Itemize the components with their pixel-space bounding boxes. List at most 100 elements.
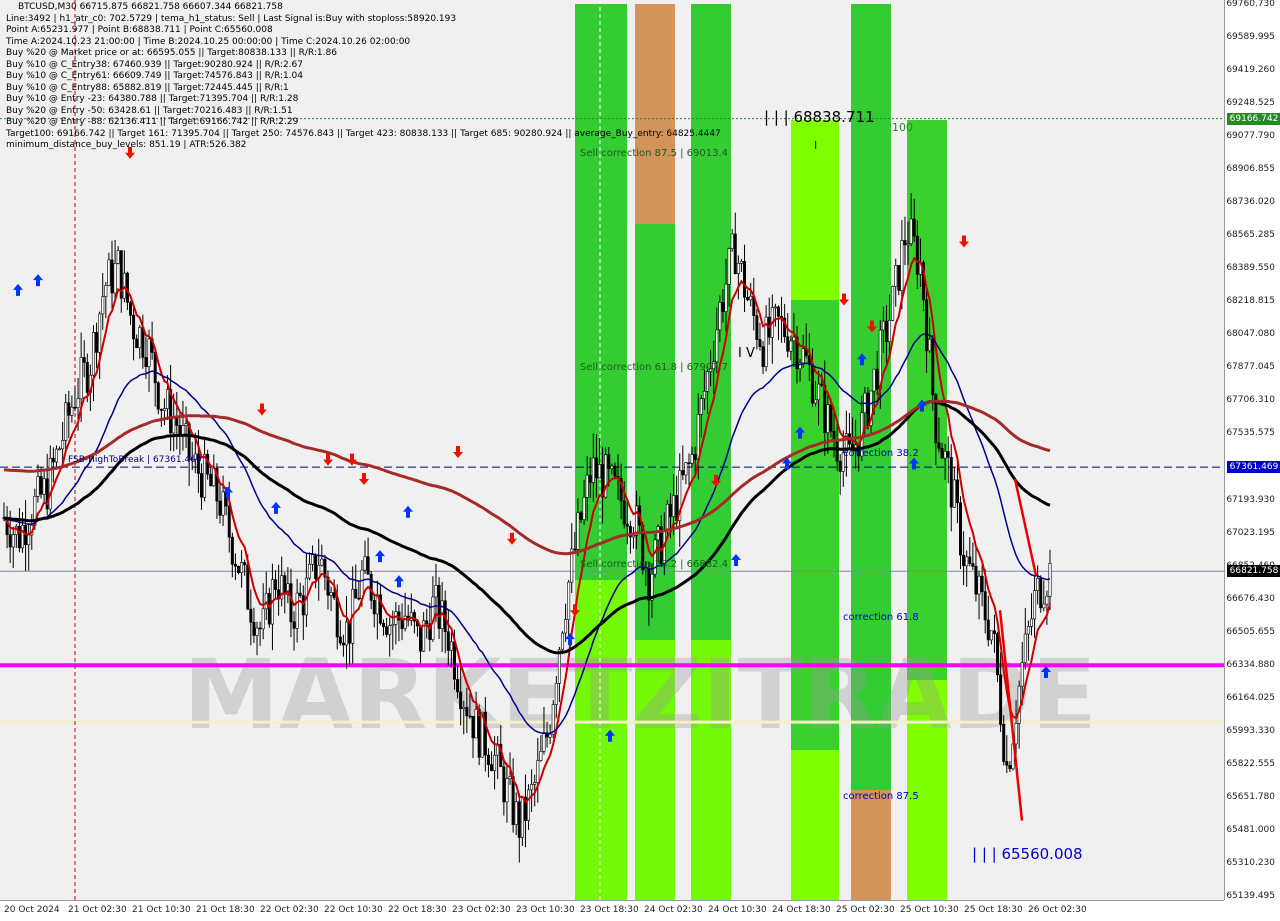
candle-body	[699, 398, 703, 415]
sell-arrow-icon	[453, 445, 463, 458]
candle-body	[613, 465, 617, 477]
candle-body	[588, 474, 592, 483]
candle-body	[631, 534, 635, 538]
candle-body	[718, 302, 722, 331]
time-tick-label: 22 Oct 02:30	[260, 905, 319, 915]
candle-body	[73, 406, 77, 409]
candle-body	[348, 621, 352, 644]
candle-body	[755, 315, 759, 340]
time-tick-label: 25 Oct 02:30	[836, 905, 895, 915]
candle-body	[696, 414, 700, 460]
candle-body	[27, 534, 31, 546]
candle-body	[989, 630, 993, 641]
time-tick-label: 23 Oct 02:30	[452, 905, 511, 915]
candle-body	[264, 593, 268, 610]
candle-body	[1045, 595, 1049, 605]
time-tick-label: 21 Oct 02:30	[68, 905, 127, 915]
price-tick-label: 67193.930	[1226, 494, 1275, 505]
price-tick-label: 66505.655	[1226, 626, 1275, 637]
wave-iv-label: I V	[738, 346, 755, 361]
candle-body	[668, 503, 672, 517]
time-tick-label: 25 Oct 10:30	[900, 905, 959, 915]
time-axis[interactable]: 20 Oct 2024 21 Oct 02:30 21 Oct 10:30 21 Oc…	[0, 900, 1224, 921]
candle-body	[1039, 577, 1043, 609]
candle-body	[687, 462, 691, 465]
candle-body	[702, 391, 706, 399]
info-line: Point A:65231.977 | Point B:68838.711 | …	[6, 25, 273, 35]
time-tick-label: 21 Oct 10:30	[132, 905, 191, 915]
correction-618: correction 61.8	[843, 612, 919, 623]
candle-body	[58, 448, 62, 451]
candle-body	[70, 406, 74, 416]
candle-body	[548, 733, 552, 738]
price-tick-label: 65993.330	[1226, 725, 1275, 736]
candle-body	[888, 320, 892, 342]
candle-body	[554, 683, 558, 705]
buy-arrow-icon	[731, 554, 741, 567]
candle-body	[949, 456, 953, 508]
candle-body	[258, 627, 262, 630]
candle-body	[166, 389, 170, 409]
buy-arrow-icon	[375, 550, 385, 563]
candle-body	[959, 502, 963, 556]
sell-arrow-icon	[257, 403, 267, 416]
candle-body	[542, 733, 546, 752]
candle-body	[490, 764, 494, 771]
candle-body	[505, 778, 509, 803]
candle-body	[955, 479, 959, 504]
indicator-info-panel: BTCUSD,M30 66715.875 66821.758 66607.344…	[6, 2, 721, 152]
candle-body	[826, 404, 830, 433]
candle-body	[101, 296, 105, 315]
candle-body	[838, 460, 842, 472]
candle-body	[894, 265, 898, 287]
candle-body	[449, 641, 453, 651]
candle-body	[129, 302, 133, 316]
price-tick-label: 66334.880	[1226, 659, 1275, 670]
candle-body	[209, 473, 213, 487]
candle-body	[91, 332, 95, 376]
candle-body	[730, 233, 734, 249]
price-tick-label: 65651.780	[1226, 791, 1275, 802]
candle-body	[567, 581, 571, 620]
candle-body	[363, 556, 367, 571]
candle-body	[419, 625, 423, 652]
candle-body	[690, 454, 694, 464]
candle-body	[693, 454, 697, 460]
candle-body	[39, 476, 43, 495]
price-tick-label: 68047.080	[1226, 329, 1275, 340]
candle-body	[132, 314, 136, 340]
candle-body	[283, 575, 287, 595]
price-tick-label: 68906.855	[1226, 164, 1275, 175]
point-c-label: | | | 65560.008	[972, 845, 1083, 863]
candle-body	[446, 631, 450, 651]
sell-arrow-icon	[959, 235, 969, 248]
candle-body	[715, 329, 719, 363]
time-tick-label: 24 Oct 18:30	[772, 905, 831, 915]
candle-body	[486, 754, 490, 765]
price-tick-label: 68565.285	[1226, 230, 1275, 241]
candle-body	[468, 715, 472, 718]
candles	[2, 193, 1052, 863]
price-tick-label: 65481.000	[1226, 824, 1275, 835]
candle-body	[329, 592, 333, 596]
candle-body	[820, 383, 824, 386]
candle-body	[511, 776, 515, 825]
candle-body	[635, 505, 639, 536]
candle-body	[527, 789, 531, 821]
candle-body	[314, 554, 318, 580]
candle-body	[372, 600, 376, 615]
candle-body	[706, 371, 710, 392]
candle-body	[366, 556, 370, 575]
candle-body	[962, 554, 966, 567]
chart-area[interactable]: MARKETZITRADE BTCUSD,M30 66715.875 66821…	[0, 0, 1224, 900]
candle-body	[249, 608, 253, 623]
candle-body	[585, 474, 589, 498]
price-axis[interactable]: 69760.730 69589.995 69419.260 69248.525 6907…	[1224, 0, 1280, 901]
candle-body	[1026, 626, 1030, 635]
candle-body	[591, 457, 595, 483]
candle-body	[341, 642, 345, 646]
price-tick-label: 67535.575	[1226, 428, 1275, 439]
info-line: Buy %20 @ Market price or at: 66595.055 …	[6, 48, 337, 58]
candle-body	[107, 259, 111, 286]
watermark: MARKETZITRADE	[183, 639, 1097, 751]
